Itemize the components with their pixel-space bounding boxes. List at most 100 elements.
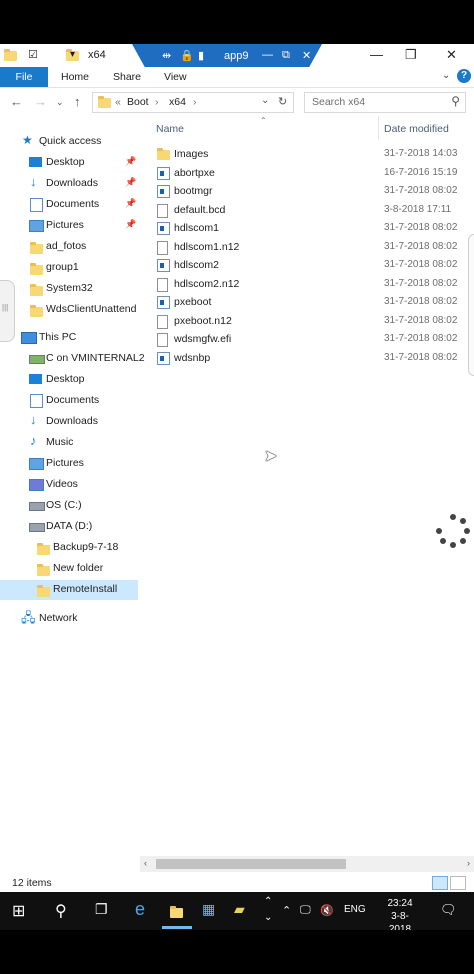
nav-network[interactable]: 🖧 Network	[0, 609, 138, 629]
app-icon[interactable]: ▰	[234, 901, 245, 918]
nav-folder-ad-fotos[interactable]: ad_fotos	[0, 237, 138, 257]
file-row[interactable]: pxeboot 31-7-2018 08:02	[148, 293, 468, 311]
nav-network-drive[interactable]: C on VMINTERNAL2	[0, 349, 145, 369]
scroll-right-icon[interactable]: ›	[467, 858, 470, 868]
scroll-left-icon[interactable]: ‹	[144, 858, 147, 868]
nav-drive-d[interactable]: DATA (D:)	[0, 517, 138, 537]
close-button[interactable]: ✕	[446, 47, 457, 63]
nav-folder-new-folder[interactable]: New folder	[0, 559, 138, 579]
details-view-icon[interactable]	[432, 876, 448, 890]
restore-icon[interactable]: ⧉	[282, 49, 290, 62]
file-row[interactable]: wdsmgfw.efi 31-7-2018 08:02	[148, 330, 468, 348]
recent-chevron-icon[interactable]: ⌄	[56, 97, 64, 108]
nav-documents[interactable]: Documents 📌	[0, 195, 138, 215]
file-row[interactable]: default.bcd 3-8-2018 17:11	[148, 201, 468, 219]
column-divider[interactable]	[378, 116, 379, 140]
file-row[interactable]: hdlscom1 31-7-2018 08:02	[148, 219, 468, 237]
file-explorer-icon[interactable]	[170, 906, 183, 918]
breadcrumb-boot[interactable]: Boot	[127, 96, 149, 108]
nav-downloads[interactable]: ↓ Downloads 📌	[0, 174, 138, 194]
nav-pc-pictures[interactable]: Pictures	[0, 454, 138, 474]
notifications-icon[interactable]: 🗨	[440, 902, 457, 918]
help-icon[interactable]: ?	[457, 69, 471, 83]
scrollbar-thumb[interactable]	[156, 859, 346, 869]
large-icons-view-icon[interactable]	[450, 876, 466, 890]
rdp-connection-bar[interactable]: ⇹ 🔒 ▮ app9 — ⧉ ✕	[132, 44, 322, 68]
breadcrumb-separator[interactable]: ›	[155, 96, 159, 108]
clock[interactable]: 23:24 3-8-2018	[380, 897, 420, 930]
side-handle[interactable]	[0, 280, 15, 342]
music-icon: ♪	[30, 433, 37, 448]
status-bar: 12 items	[0, 874, 474, 892]
properties-icon[interactable]: ☑	[28, 48, 40, 61]
column-date-modified[interactable]: Date modified	[384, 123, 449, 135]
file-row[interactable]: hdlscom2 31-7-2018 08:02	[148, 256, 468, 274]
tab-share[interactable]: Share	[113, 71, 141, 83]
chevron-down-icon[interactable]: ⌄	[442, 70, 450, 81]
downloads-icon: ↓	[30, 174, 37, 189]
horizontal-scrollbar[interactable]: ‹ ›	[140, 856, 474, 872]
nav-this-pc[interactable]: This PC	[0, 328, 138, 348]
file-row[interactable]: abortpxe 16-7-2016 15:19	[148, 164, 468, 182]
search-box[interactable]: Search x64 ⚲	[304, 92, 466, 113]
windows-start-icon[interactable]: ⊞	[12, 901, 25, 921]
language-indicator[interactable]: ENG	[344, 904, 366, 915]
nav-folder-wdsclientunattend[interactable]: WdsClientUnattend	[0, 300, 138, 320]
address-bar[interactable]: « Boot › x64 › ⌄ ↻	[92, 92, 294, 113]
nav-drive-c[interactable]: OS (C:)	[0, 496, 138, 516]
maximize-button[interactable]: ❐	[405, 47, 417, 63]
nav-folder-backup[interactable]: Backup9-7-18	[0, 538, 138, 558]
nav-pc-music[interactable]: ♪ Music	[0, 433, 138, 453]
nav-pc-downloads[interactable]: ↓ Downloads	[0, 412, 138, 432]
nav-folder-group1[interactable]: group1	[0, 258, 138, 278]
refresh-icon[interactable]: ↻	[278, 95, 287, 108]
task-view-icon[interactable]: ❐	[95, 901, 108, 918]
column-name[interactable]: Name	[156, 123, 184, 135]
volume-muted-icon[interactable]: 🔇	[320, 904, 334, 917]
scroll-up-icon[interactable]: ⌃	[264, 896, 272, 907]
folder-icon	[37, 564, 50, 576]
breadcrumb-x64[interactable]: x64	[169, 96, 186, 108]
internet-explorer-icon[interactable]: e	[135, 899, 145, 920]
up-button[interactable]: ↑	[74, 94, 81, 109]
file-row[interactable]: bootmgr 31-7-2018 08:02	[148, 182, 468, 200]
minimize-button[interactable]: —	[370, 47, 383, 62]
search-input[interactable]: Search x64	[312, 96, 365, 108]
file-row[interactable]: hdlscom2.n12 31-7-2018 08:02	[148, 275, 468, 293]
pin-icon[interactable]: ⇹	[162, 49, 171, 62]
scroll-down-icon[interactable]: ⌄	[264, 912, 272, 923]
search-icon[interactable]: ⚲	[451, 94, 460, 108]
side-panel-edge[interactable]	[468, 234, 474, 376]
breadcrumb-overflow[interactable]: «	[115, 96, 121, 108]
server-manager-icon[interactable]: ▦	[202, 901, 215, 918]
file-row[interactable]: hdlscom1.n12 31-7-2018 08:02	[148, 238, 468, 256]
nav-pc-videos[interactable]: Videos	[0, 475, 138, 495]
file-row[interactable]: Images 31-7-2018 14:03	[148, 145, 468, 163]
forward-button[interactable]: →	[34, 94, 47, 109]
tab-home[interactable]: Home	[61, 71, 89, 83]
back-button[interactable]: ←	[10, 94, 23, 109]
breadcrumb-separator[interactable]: ›	[193, 96, 197, 108]
minimize-icon[interactable]: —	[262, 49, 273, 61]
pictures-icon	[29, 220, 44, 232]
nav-pc-documents[interactable]: Documents	[0, 391, 138, 411]
tab-file[interactable]: File	[0, 67, 48, 87]
documents-icon	[30, 198, 43, 212]
nav-pictures[interactable]: Pictures 📌	[0, 216, 138, 236]
nav-folder-remoteinstall[interactable]: RemoteInstall	[0, 580, 138, 600]
customize-chevron-icon[interactable]: ▾	[70, 49, 82, 61]
nav-pc-desktop[interactable]: Desktop	[0, 370, 138, 390]
tab-view[interactable]: View	[164, 71, 187, 83]
address-dropdown-icon[interactable]: ⌄	[261, 95, 269, 106]
windows-drive-icon	[29, 502, 45, 511]
network-status-icon[interactable]: 🖵	[300, 904, 311, 917]
tray-chevron-icon[interactable]: ⌃	[282, 904, 291, 917]
search-icon[interactable]: ⚲	[55, 901, 67, 921]
file-row[interactable]: wdsnbp 31-7-2018 08:02	[148, 349, 468, 367]
close-icon[interactable]: ✕	[302, 49, 311, 62]
nav-desktop[interactable]: Desktop 📌	[0, 153, 138, 173]
nav-quick-access[interactable]: ★ Quick access	[0, 132, 138, 152]
window-title: x64	[88, 49, 106, 61]
nav-folder-system32[interactable]: System32	[0, 279, 138, 299]
file-row[interactable]: pxeboot.n12 31-7-2018 08:02	[148, 312, 468, 330]
